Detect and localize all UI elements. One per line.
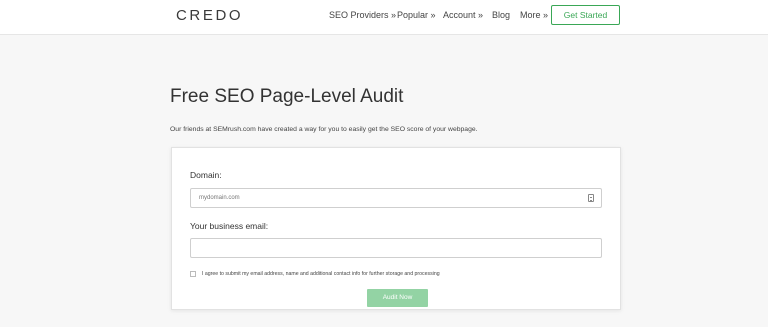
email-input[interactable]: [190, 238, 602, 258]
email-label: Your business email:: [190, 221, 269, 231]
consent-checkbox[interactable]: [190, 271, 196, 277]
domain-label: Domain:: [190, 170, 222, 180]
page-title: Free SEO Page-Level Audit: [170, 86, 404, 107]
nav-item-more[interactable]: More »: [520, 10, 548, 20]
contact-card-icon[interactable]: [588, 194, 594, 202]
nav-item-account[interactable]: Account »: [443, 10, 483, 20]
get-started-button[interactable]: Get Started: [551, 5, 620, 25]
audit-form-card: Domain: mydomain.com Your business email…: [171, 147, 621, 310]
nav-item-popular[interactable]: Popular »: [397, 10, 436, 20]
intro-text: Our friends at SEMrush.com have created …: [170, 126, 478, 133]
domain-input[interactable]: mydomain.com: [190, 188, 602, 208]
audit-now-button[interactable]: Audit Now: [367, 289, 428, 307]
credo-logo[interactable]: CREDO: [176, 7, 243, 24]
nav-item-seo-providers[interactable]: SEO Providers »: [329, 10, 396, 20]
site-header: CREDO SEO Providers » Popular » Account …: [0, 0, 768, 35]
nav-item-blog[interactable]: Blog: [492, 10, 510, 20]
consent-label: I agree to submit my email address, name…: [202, 271, 440, 277]
